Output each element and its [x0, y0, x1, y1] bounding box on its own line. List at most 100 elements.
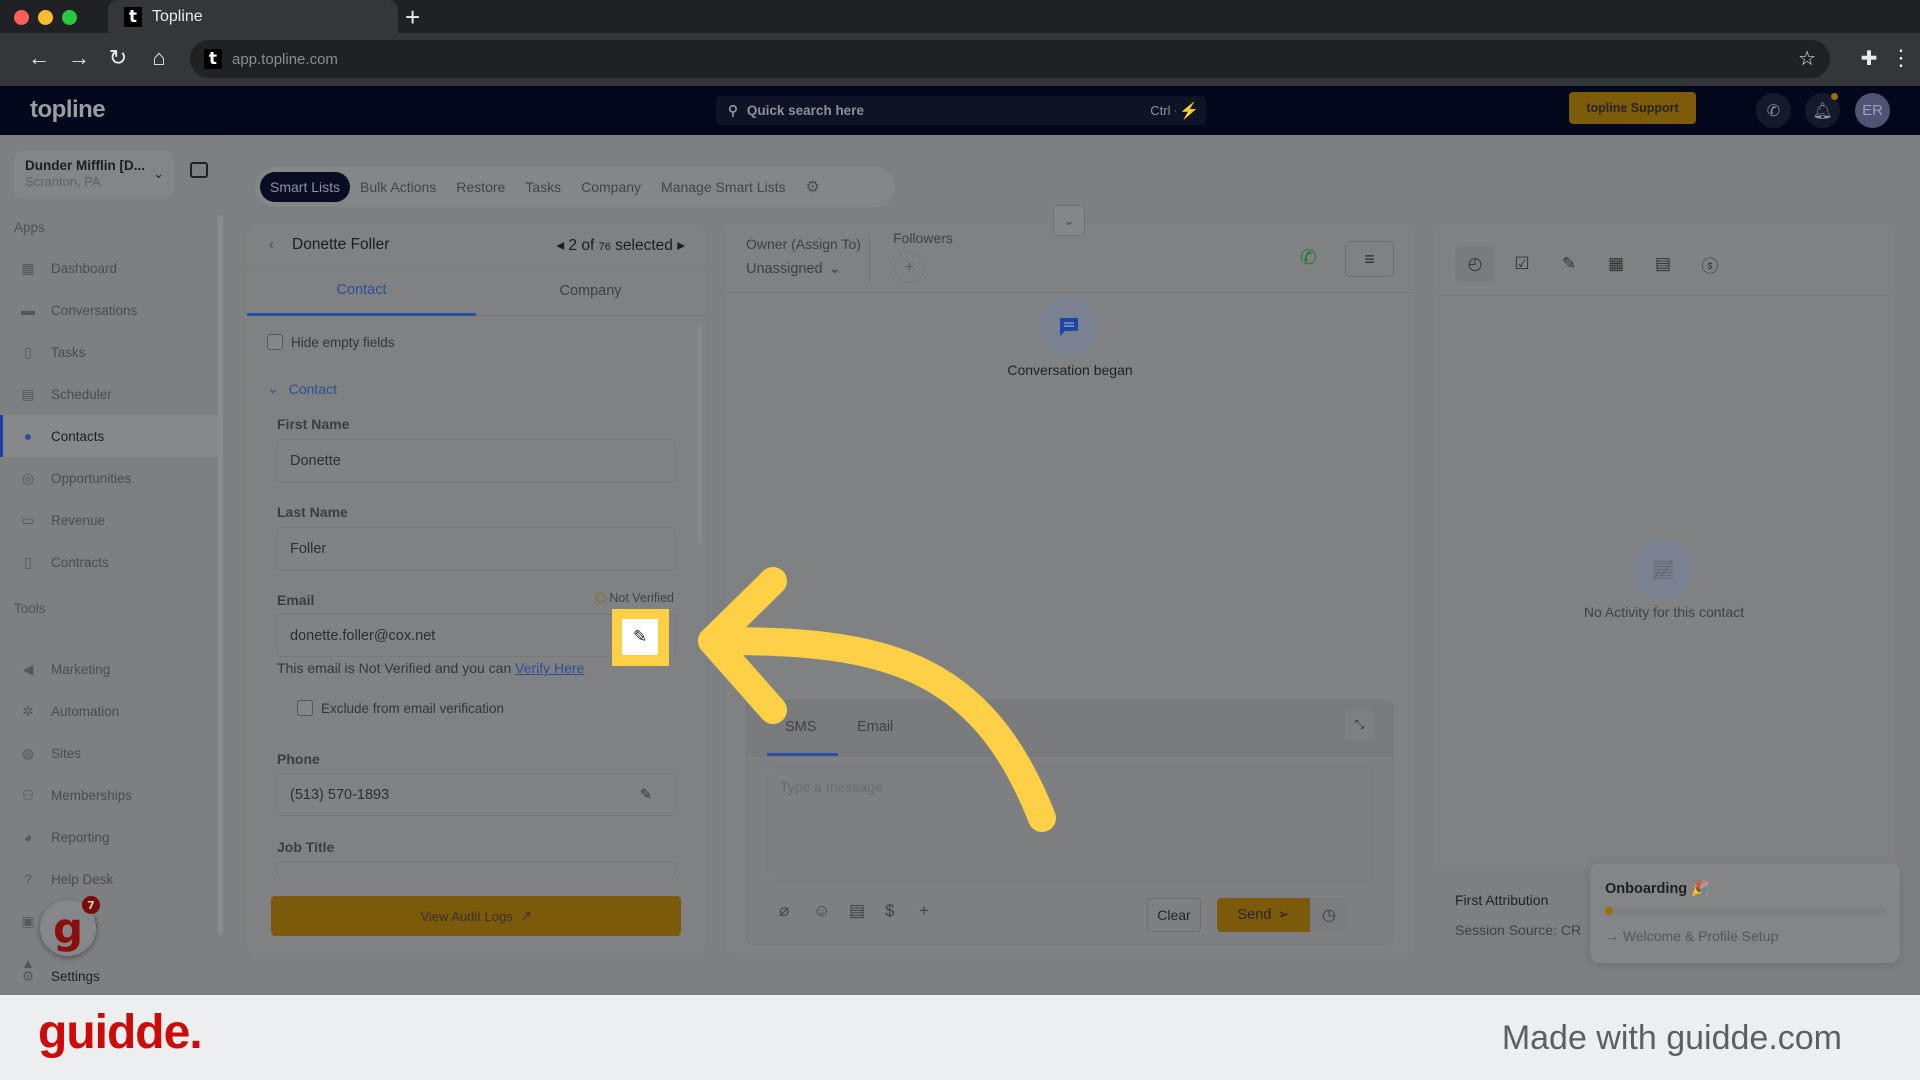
support-button[interactable]: topline Support	[1569, 92, 1696, 124]
clear-button[interactable]: Clear	[1147, 898, 1201, 932]
highlighted-edit-email-button[interactable]: ✎	[612, 609, 669, 666]
minimize-composer-icon[interactable]: ⤡	[1345, 710, 1374, 739]
tab-sms[interactable]: SMS	[785, 719, 816, 735]
exclude-verification-checkbox[interactable]	[297, 700, 313, 716]
filter-button[interactable]: ≡	[1345, 241, 1394, 277]
hide-empty-fields-checkbox[interactable]	[267, 334, 283, 350]
tab-email[interactable]: Email	[857, 719, 893, 735]
back-button[interactable]: ←	[22, 41, 56, 75]
notes-pen-icon[interactable]: ✎	[1549, 246, 1589, 282]
add-follower-button[interactable]: +	[894, 252, 925, 283]
selected-label: selected	[615, 237, 673, 254]
documents-icon[interactable]: ▤	[1643, 246, 1683, 282]
notification-bell-icon[interactable]: 🔔︎	[1805, 93, 1840, 128]
onboarding-widget[interactable]: Onboarding 🎉 → Welcome & Profile Setup	[1590, 863, 1900, 963]
user-avatar[interactable]: ER	[1855, 93, 1890, 128]
previous-record-icon[interactable]: ◂	[556, 237, 564, 254]
sidebar-item-sites[interactable]: ◍ Sites	[0, 732, 218, 774]
browser-tab[interactable]: t Topline	[108, 0, 398, 33]
sidebar-item-label: Tasks	[51, 344, 86, 360]
phone-icon[interactable]: ✆	[1756, 93, 1791, 128]
maximize-window-button[interactable]	[62, 10, 77, 25]
sidebar-item-automation[interactable]: ✲ Automation	[0, 690, 218, 732]
tab-contact[interactable]: Contact	[247, 266, 476, 316]
sidebar-item-dashboard[interactable]: ▦ Dashboard	[0, 247, 218, 289]
sidebar-item-contacts[interactable]: ● Contacts	[0, 415, 218, 457]
schedule-send-icon[interactable]: ◷	[1310, 898, 1348, 932]
sidebar-item-opportunities[interactable]: ◎ Opportunities	[0, 457, 218, 499]
sidebar-toggle-icon[interactable]	[190, 162, 208, 178]
minimize-window-button[interactable]	[38, 10, 53, 25]
next-record-icon[interactable]: ▸	[677, 237, 685, 254]
first-name-field[interactable]: Donette	[277, 439, 675, 482]
view-audit-logs-button[interactable]: View Audit Logs ↗	[271, 896, 681, 936]
site-favicon-icon: t	[204, 49, 222, 69]
onboarding-step-text: Welcome & Profile Setup	[1622, 928, 1779, 944]
sidebar-item-label: Settings	[51, 968, 100, 984]
payments-dollar-icon[interactable]: ⓢ	[1690, 246, 1730, 282]
lightning-bolt-icon[interactable]: ⚡	[1176, 96, 1202, 125]
extensions-puzzle-icon[interactable]: ✚	[1852, 41, 1886, 75]
tab-smart-lists[interactable]: Smart Lists	[260, 172, 351, 202]
add-more-icon[interactable]: +	[919, 901, 929, 921]
sidebar-item-marketing[interactable]: ◀ Marketing	[0, 648, 218, 690]
collapse-header-button[interactable]: ⌄	[1053, 205, 1085, 236]
location-switcher[interactable]: Dunder Mifflin [D... Scranton, PA ⌄	[14, 151, 174, 198]
sidebar-scrollbar[interactable]	[218, 215, 223, 935]
reload-button[interactable]: ↻	[101, 41, 135, 75]
session-source-text: Session Source: CR	[1455, 922, 1582, 938]
activity-history-icon[interactable]: ◴	[1455, 246, 1495, 282]
sidebar-item-contracts[interactable]: ▯ Contracts	[0, 541, 218, 583]
onboarding-next-step[interactable]: → Welcome & Profile Setup	[1605, 928, 1778, 944]
quick-search-input[interactable]: ⚲ Quick search here Ctrl + K	[716, 96, 1206, 125]
sidebar-item-conversations[interactable]: ▬ Conversations	[0, 289, 218, 331]
sidebar-item-help-desk[interactable]: ? Help Desk	[0, 858, 218, 900]
address-bar[interactable]: t app.topline.com ☆	[190, 40, 1830, 78]
call-phone-icon[interactable]: ✆	[1300, 245, 1317, 270]
contact-section-toggle[interactable]: ⌄ Contact	[267, 380, 337, 397]
send-button[interactable]: Send ➢	[1217, 898, 1310, 932]
settings-gear-icon[interactable]: ⚙	[796, 172, 830, 202]
close-window-button[interactable]	[14, 10, 29, 25]
tab-restore[interactable]: Restore	[446, 172, 515, 202]
guidde-launcher-button[interactable]: g7	[40, 896, 100, 956]
new-tab-button[interactable]: +	[405, 2, 420, 33]
tab-tasks[interactable]: Tasks	[515, 172, 571, 202]
sidebar-item-settings[interactable]: ⚙ Settings	[0, 955, 218, 997]
owner-select[interactable]: Unassigned ⌄	[746, 261, 841, 277]
phone-field[interactable]: (513) 570-1893 ✎	[277, 773, 675, 816]
sidebar-item-memberships[interactable]: ⚇ Memberships	[0, 774, 218, 816]
last-name-field[interactable]: Foller	[277, 527, 675, 570]
chevron-down-icon: ⌄	[267, 380, 279, 396]
forward-button[interactable]: →	[62, 41, 96, 75]
home-button[interactable]: ⌂	[142, 41, 176, 75]
tasks-checkbox-icon[interactable]: ☑	[1502, 246, 1542, 282]
tab-company-details[interactable]: Company	[476, 266, 705, 316]
back-chevron-icon[interactable]: ‹	[269, 236, 274, 252]
edit-phone-pencil-icon[interactable]: ✎	[640, 787, 652, 803]
tab-manage-smart-lists[interactable]: Manage Smart Lists	[651, 172, 796, 202]
browser-menu-icon[interactable]: ⋮	[1884, 41, 1918, 75]
sidebar-item-revenue[interactable]: ▭ Revenue	[0, 499, 218, 541]
sidebar-item-scheduler[interactable]: ▤ Scheduler	[0, 373, 218, 415]
message-input[interactable]: Type a message	[767, 766, 1373, 882]
emoji-icon[interactable]: ☺	[813, 901, 830, 921]
template-document-icon[interactable]: ▤	[849, 901, 865, 921]
sidebar-item-mailbox[interactable]: ▣Mailbox	[0, 900, 218, 942]
attachment-icon[interactable]: ⌀	[779, 901, 789, 921]
contact-panel-scrollbar[interactable]	[697, 324, 702, 544]
tab-company[interactable]: Company	[571, 172, 651, 202]
verify-here-link[interactable]: Verify Here	[515, 660, 584, 676]
first-name-label: First Name	[277, 416, 350, 432]
bookmark-star-icon[interactable]: ☆	[1798, 46, 1816, 71]
job-title-field[interactable]	[277, 862, 675, 874]
contact-details-panel: ‹ Donette Foller ◂ 2 of 76 selected ▸ Co…	[247, 224, 705, 955]
tab-bulk-actions[interactable]: Bulk Actions	[350, 172, 446, 202]
sidebar-item-reporting[interactable]: ◕ Reporting	[0, 816, 218, 858]
appointments-calendar-icon[interactable]: ▦	[1596, 246, 1636, 282]
gear-icon: ⚙	[21, 967, 35, 984]
sidebar-item-tasks[interactable]: ▯ Tasks	[0, 331, 218, 373]
edit-email-pencil-icon[interactable]: ✎	[622, 619, 658, 655]
activity-panel: ◴ ☑ ✎ ▦ ▤ ⓢ 📈︎ No Activity for this cont…	[1435, 224, 1893, 955]
payment-dollar-icon[interactable]: $	[885, 901, 894, 921]
